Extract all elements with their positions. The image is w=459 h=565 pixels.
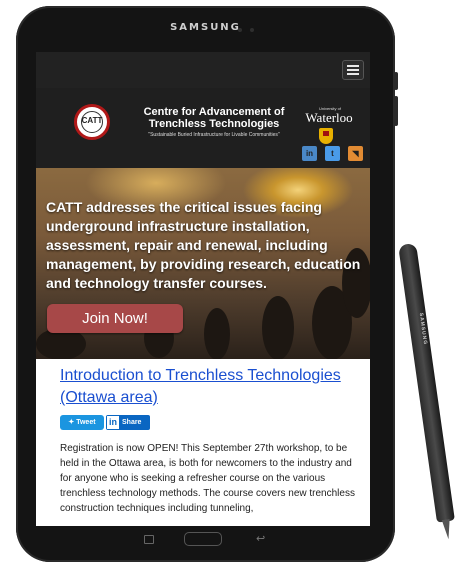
site-title: Centre for Advancement of Trenchless Tec… bbox=[143, 106, 285, 130]
tweet-button[interactable]: ✦ Tweet bbox=[60, 415, 104, 430]
tweet-label: Tweet bbox=[76, 419, 96, 426]
volume-button[interactable] bbox=[394, 72, 398, 90]
tablet-screen: CATT Centre for Advancement of Trenchles… bbox=[36, 52, 370, 526]
join-now-button[interactable]: Join Now! bbox=[47, 304, 183, 333]
back-icon[interactable]: ↩ bbox=[256, 532, 265, 545]
device-brand: SAMSUNG bbox=[170, 22, 241, 33]
linkedin-share-button[interactable]: in Share bbox=[106, 415, 150, 430]
twitter-icon[interactable]: t bbox=[325, 146, 340, 161]
university-crest-icon bbox=[319, 128, 333, 144]
linkedin-share-icon: in bbox=[107, 416, 119, 429]
stylus-pen: SAMSUNG bbox=[398, 242, 459, 543]
share-label: Share bbox=[122, 419, 142, 426]
device-nav-bar: ↩ bbox=[36, 526, 370, 556]
catt-logo[interactable]: CATT bbox=[74, 104, 110, 140]
camera-icon bbox=[250, 28, 254, 32]
top-nav-bar bbox=[36, 52, 370, 88]
sensor-icon bbox=[238, 28, 242, 32]
stylus-tip bbox=[442, 519, 453, 540]
home-button[interactable] bbox=[184, 532, 222, 546]
linkedin-icon[interactable]: in bbox=[302, 146, 317, 161]
hero-text: CATT addresses the critical issues facin… bbox=[46, 199, 361, 291]
logo-text: CATT bbox=[81, 116, 103, 125]
article-section: Introduction to Trenchless Technologies … bbox=[36, 359, 370, 526]
recent-apps-icon[interactable] bbox=[144, 535, 154, 544]
power-button[interactable] bbox=[394, 96, 398, 126]
rss-icon[interactable]: ◥ bbox=[348, 146, 363, 161]
university-logo-text[interactable]: Waterloo bbox=[298, 110, 360, 126]
site-header: CATT Centre for Advancement of Trenchles… bbox=[36, 88, 370, 168]
article-body: Registration is now OPEN! This September… bbox=[60, 443, 355, 514]
site-tagline: "Sustainable Buried Infrastructure for L… bbox=[148, 132, 280, 138]
hamburger-menu-button[interactable] bbox=[342, 60, 364, 80]
hero-banner: CATT addresses the critical issues facin… bbox=[36, 168, 370, 359]
article-title-link[interactable]: Introduction to Trenchless Technologies … bbox=[60, 365, 356, 409]
